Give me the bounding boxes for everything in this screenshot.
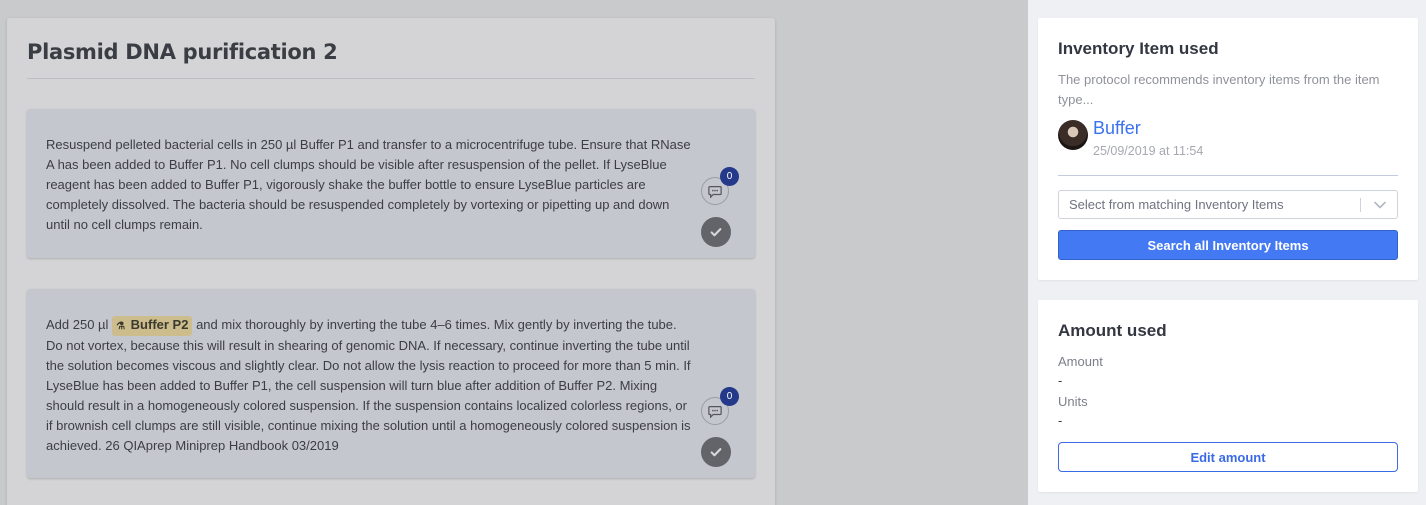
step-text: Resuspend pelleted bacterial cells in 25… <box>46 137 691 232</box>
select-placeholder: Select from matching Inventory Items <box>1069 197 1284 212</box>
units-value: - <box>1058 413 1063 428</box>
search-inventory-button[interactable]: Search all Inventory Items <box>1058 230 1398 260</box>
amount-card-title: Amount used <box>1058 321 1167 340</box>
divider <box>27 78 755 79</box>
step-text-rest: and mix thoroughly by inverting the tube… <box>46 317 691 453</box>
select-separator <box>1360 198 1361 212</box>
side-panel: Inventory Item used The protocol recomme… <box>1028 0 1426 505</box>
check-icon <box>710 448 722 457</box>
inventory-select[interactable]: Select from matching Inventory Items <box>1058 190 1398 219</box>
comment-icon <box>708 406 722 418</box>
comment-count-badge: 0 <box>720 387 739 406</box>
reagent-label: Buffer P2 <box>130 317 189 332</box>
chevron-down-icon[interactable] <box>1373 199 1387 211</box>
edit-amount-button[interactable]: Edit amount <box>1058 442 1398 472</box>
units-label: Units <box>1058 394 1088 409</box>
inventory-item-link[interactable]: Buffer <box>1093 118 1141 139</box>
check-icon <box>710 228 722 237</box>
amount-label: Amount <box>1058 354 1103 369</box>
inventory-item-date: 25/09/2019 at 11:54 <box>1093 144 1204 158</box>
amount-value: - <box>1058 373 1063 388</box>
protocol-card: Plasmid DNA purification 2 Resuspend pel… <box>7 18 775 505</box>
complete-step-button[interactable] <box>701 217 731 247</box>
amount-used-card: Amount used Amount - Units - Edit amount <box>1038 300 1418 492</box>
flask-icon: ⚗ <box>116 321 126 332</box>
protocol-step: Add 250 µl ⚗ Buffer P2 and mix thoroughl… <box>27 289 755 478</box>
divider <box>1058 175 1398 176</box>
protocol-step: Resuspend pelleted bacterial cells in 25… <box>27 109 755 258</box>
step-text-start: Add 250 µl <box>46 317 109 332</box>
inventory-description: The protocol recommends inventory items … <box>1058 72 1380 107</box>
complete-step-button[interactable] <box>701 437 731 467</box>
inventory-item-card: Inventory Item used The protocol recomme… <box>1038 18 1418 280</box>
protocol-title: Plasmid DNA purification 2 <box>27 40 338 64</box>
inventory-card-title: Inventory Item used <box>1058 39 1219 58</box>
avatar <box>1058 120 1088 150</box>
comment-count-badge: 0 <box>720 167 739 186</box>
comment-icon <box>708 186 722 198</box>
reagent-tag[interactable]: ⚗ Buffer P2 <box>112 316 193 336</box>
step-text: Add 250 µl ⚗ Buffer P2 and mix thoroughl… <box>46 315 694 456</box>
